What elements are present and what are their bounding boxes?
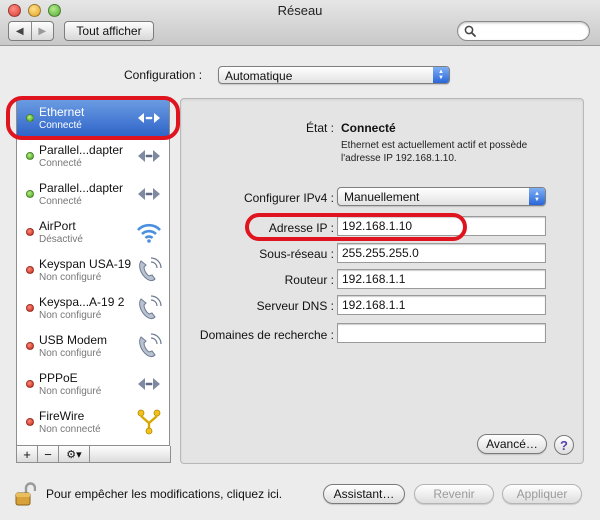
apply-button[interactable]: Appliquer (502, 484, 582, 504)
service-item-keyspan-usa-19[interactable]: Keyspan USA-19 Non configuré (17, 251, 169, 289)
list-toolbar-spacer (89, 446, 171, 463)
status-indicator-icon (26, 304, 34, 312)
navigation-buttons: ◀ ▶ (8, 21, 54, 41)
status-indicator-icon (26, 228, 34, 236)
popup-arrows-icon: ▲ ▼ (433, 67, 449, 83)
search-input[interactable] (478, 24, 583, 38)
service-name: Parallel...dapter (39, 181, 124, 195)
status-indicator-icon (26, 342, 34, 350)
back-arrow-icon: ◀ (15, 25, 24, 37)
status-indicator-icon (26, 114, 34, 122)
configuration-label: Configuration : (124, 68, 203, 82)
dns-label: Serveur DNS : (256, 299, 334, 313)
network-preferences-window: Réseau ◀ ▶ Tout afficher Configuration :… (0, 0, 600, 520)
state-label: État : (305, 121, 334, 135)
configuration-value: Automatique (225, 69, 293, 83)
service-item-firewire[interactable]: FireWire Non connecté (17, 403, 169, 441)
service-item-ethernet[interactable]: Ethernet Connecté (17, 99, 169, 137)
service-status: Connecté (39, 158, 82, 169)
service-status: Non configuré (39, 348, 102, 359)
router-label: Routeur : (284, 273, 334, 287)
service-status: Non connecté (39, 424, 101, 435)
phone-icon (139, 333, 162, 357)
gear-action-icon[interactable]: ⚙▾ (58, 446, 90, 463)
advanced-button[interactable]: Avancé… (477, 434, 547, 454)
service-item-keyspan-usa-19-2[interactable]: Keyspa...A-19 2 Non configuré (17, 289, 169, 327)
assistant-button[interactable]: Assistant… (323, 484, 405, 504)
ip-address-field[interactable] (337, 216, 546, 236)
show-all-button[interactable]: Tout afficher (64, 21, 154, 41)
status-indicator-icon (26, 266, 34, 274)
service-name: AirPort (39, 219, 76, 233)
status-indicator-icon (26, 418, 34, 426)
ip-address-label: Adresse IP : (268, 221, 334, 235)
back-button[interactable]: ◀ (9, 22, 32, 40)
state-description: Ethernet est actuellement actif et possè… (341, 140, 528, 164)
ethernet-arrows-icon (138, 150, 160, 162)
window-title: Réseau (277, 3, 323, 18)
ipv4-label: Configurer IPv4 : (243, 191, 334, 205)
subnet-input[interactable] (342, 246, 542, 260)
ip-address-input[interactable] (342, 219, 542, 233)
subnet-label: Sous-réseau : (259, 247, 334, 261)
revert-button[interactable]: Revenir (414, 484, 494, 504)
wifi-icon (137, 223, 161, 243)
service-status: Non configuré (39, 272, 102, 283)
service-status: Connecté (39, 196, 82, 207)
forward-arrow-icon: ▶ (38, 25, 47, 37)
search-domains-field[interactable] (337, 323, 546, 343)
dns-field[interactable] (337, 295, 546, 315)
add-service-button[interactable]: + (16, 446, 38, 463)
ethernet-arrows-icon (138, 113, 160, 123)
title-bar: Réseau ◀ ▶ Tout afficher (0, 0, 600, 46)
service-name: PPPoE (39, 371, 78, 385)
state-value: Connecté (341, 121, 396, 135)
service-status: Non configuré (39, 310, 102, 321)
lock-message: Pour empêcher les modifications, cliquez… (46, 487, 283, 501)
search-domains-input[interactable] (342, 326, 542, 340)
ipv4-popup[interactable]: Manuellement ▲ ▼ (337, 187, 546, 206)
forward-button[interactable]: ▶ (32, 22, 54, 40)
service-status: Non configuré (39, 386, 102, 397)
remove-service-button[interactable]: − (37, 446, 59, 463)
network-services-list[interactable]: Ethernet Connecté Parallel...dapter Conn… (16, 98, 170, 446)
service-item-usb-modem[interactable]: USB Modem Non configuré (17, 327, 169, 365)
configuration-popup[interactable]: Automatique ▲ ▼ (218, 66, 450, 84)
service-name: Keyspan USA-19 (39, 257, 132, 271)
phone-icon (139, 257, 162, 281)
service-item-pppoe[interactable]: PPPoE Non configuré (17, 365, 169, 403)
service-name: Ethernet (39, 105, 85, 119)
lock-icon[interactable] (14, 482, 36, 506)
help-button[interactable]: ? (554, 435, 574, 455)
service-item-parallels-1[interactable]: Parallel...dapter Connecté (17, 137, 169, 175)
ethernet-arrows-icon (138, 378, 160, 390)
service-item-airport[interactable]: AirPort Désactivé (17, 213, 169, 251)
ipv4-value: Manuellement (344, 190, 420, 204)
service-status: Désactivé (39, 234, 83, 245)
search-field[interactable] (457, 21, 590, 41)
service-name: USB Modem (39, 333, 108, 347)
service-name: Keyspa...A-19 2 (39, 295, 125, 309)
router-input[interactable] (342, 272, 542, 286)
search-domains-label: Domaines de recherche : (199, 328, 334, 342)
status-indicator-icon (26, 380, 34, 388)
service-status: Connecté (39, 120, 82, 131)
status-indicator-icon (26, 152, 34, 160)
dns-input[interactable] (342, 298, 542, 312)
subnet-field[interactable] (337, 243, 546, 263)
router-field[interactable] (337, 269, 546, 289)
service-item-parallels-2[interactable]: Parallel...dapter Connecté (17, 175, 169, 213)
popup-arrows-icon: ▲ ▼ (529, 188, 545, 205)
service-name: Parallel...dapter (39, 143, 124, 157)
list-toolbar: + − ⚙▾ (16, 446, 171, 463)
search-icon (464, 25, 476, 37)
firewire-icon (137, 409, 161, 435)
ethernet-arrows-icon (138, 188, 160, 200)
phone-icon (139, 295, 162, 319)
status-indicator-icon (26, 190, 34, 198)
service-name: FireWire (39, 409, 85, 423)
